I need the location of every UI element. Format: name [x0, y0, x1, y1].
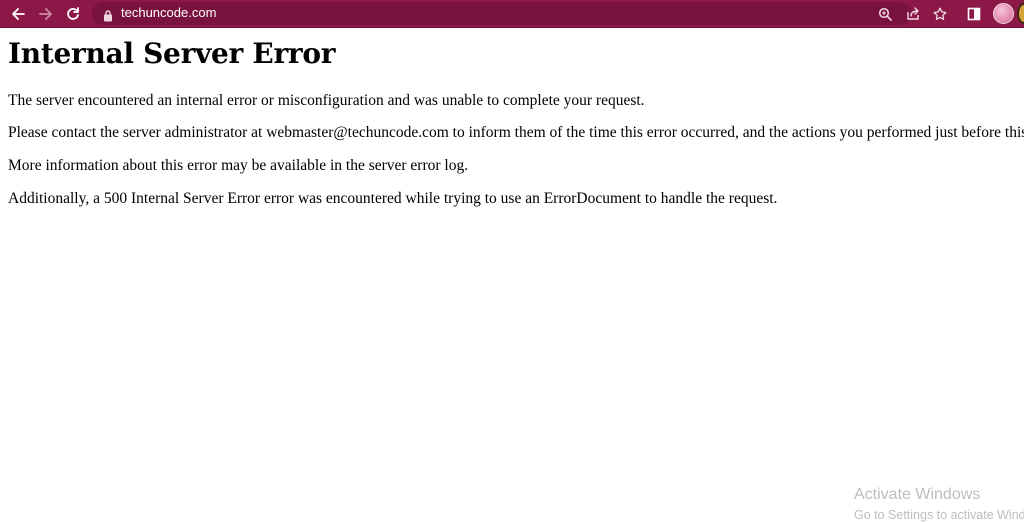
url-text[interactable]: techuncode.com	[121, 5, 216, 21]
error-paragraph-3: More information about this error may be…	[8, 157, 469, 174]
zoom-icon[interactable]	[876, 5, 894, 23]
activate-windows-title: Activate Windows	[854, 486, 981, 503]
extension-avatar[interactable]	[1017, 3, 1024, 24]
forward-arrow-icon[interactable]	[36, 4, 56, 24]
side-panel-icon[interactable]	[965, 5, 983, 23]
toolbar-divider	[0, 27, 1024, 28]
error-paragraph-2: Please contact the server administrator …	[8, 124, 1024, 141]
activate-windows-subtitle: Go to Settings to activate Windows.	[854, 508, 1024, 522]
share-icon[interactable]	[904, 5, 922, 23]
profile-avatar[interactable]	[993, 3, 1014, 24]
back-arrow-icon[interactable]	[8, 4, 28, 24]
reload-icon[interactable]	[63, 4, 83, 24]
page-title: Internal Server Error	[8, 37, 336, 70]
lock-icon[interactable]	[103, 7, 115, 22]
error-paragraph-4: Additionally, a 500 Internal Server Erro…	[8, 190, 778, 207]
error-paragraph-1: The server encountered an internal error…	[8, 92, 645, 109]
bookmark-star-icon[interactable]	[931, 5, 949, 23]
